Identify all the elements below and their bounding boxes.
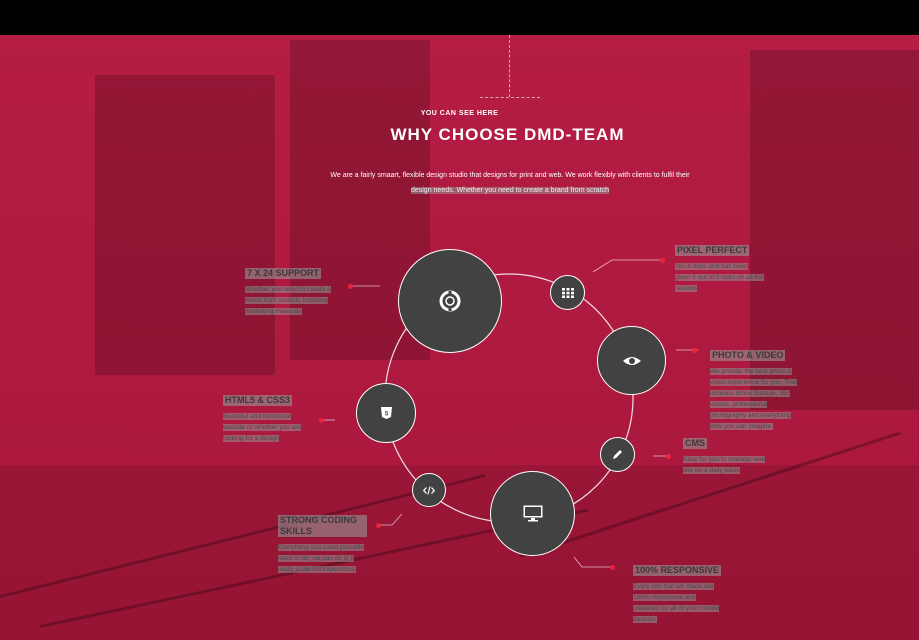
feature-support-desc: Whether you need to create a brand from … [245,284,350,317]
feature-responsive: 100% RESPONSIVE Every site that we made … [633,560,743,625]
feature-cms-line: Easy for you to manage web [683,456,766,463]
feature-support-line: brand from scratch, including [245,297,329,304]
feature-photo: PHOTO & VIDEO We provide the best photo … [710,345,820,432]
monitor-icon [523,505,542,522]
connector-dot [666,454,671,459]
feature-pixel-desc: Yes it does and has been given 5 out of … [675,261,785,294]
html5-icon: 5 [380,407,392,419]
responsive-node[interactable] [490,471,575,556]
lifebuoy-icon [439,290,461,312]
feature-coding: STRONG CODING SKILLS Everything you coul… [278,515,383,575]
feature-responsive-line: Every site that we made are [633,583,714,590]
connector-dot [660,258,665,263]
feature-photo-line: videos, professional [710,401,768,408]
feature-html-desc: Beautiful and functional website or whet… [223,411,323,444]
feature-cms-line: site on a daily basis [683,467,740,474]
cms-node[interactable] [600,437,635,472]
connector-dot [692,348,697,353]
feature-support-title: 7 X 24 SUPPORT [245,268,322,279]
feature-support-line: Whether you need to create a [245,286,331,293]
feature-photo-line: video experience for you. That [710,379,798,386]
grid-node[interactable] [550,275,585,310]
feature-photo-desc: We provide the best photo & video experi… [710,366,820,432]
feature-photo-line: includes drone footage, 360 [710,390,791,397]
connector-dot [610,565,615,570]
feature-photo-line: photography and everything [710,412,791,419]
feature-html: HTML5 & CSS3 Beautiful and functional we… [223,390,323,444]
feature-cms-desc: Easy for you to manage web site on a dai… [683,454,793,476]
code-icon [423,485,435,495]
feature-coding-title: STRONG CODING SKILLS [278,515,367,537]
feature-pixel-title: PIXEL PERFECT [675,245,750,256]
feature-coding-desc: Everything you could possible need to do… [278,542,383,575]
eye-icon [622,356,641,365]
feature-responsive-line: prepared for all of your mobile [633,605,720,612]
feature-pixel: PIXEL PERFECT Yes it does and has been g… [675,240,785,294]
feature-photo-line: We provide the best photo & [710,368,792,375]
feature-pixel-line: reviews [675,285,698,292]
feature-coding-line: need to do, we can do it! It [278,555,355,562]
feature-coding-line: Everything you could possible [278,544,364,551]
feature-html-line: Beautiful and functional [223,413,291,420]
feature-cms: CMS Easy for you to manage web site on a… [683,433,793,476]
feature-html-line: looking for a design [223,435,280,442]
feature-support: 7 X 24 SUPPORT Whether you need to creat… [245,263,350,317]
feature-support-line: marketing materials [245,308,302,315]
support-node[interactable] [398,249,502,353]
grid-icon [561,287,574,298]
feature-responsive-title: 100% RESPONSIVE [633,565,722,576]
photo-node[interactable] [597,326,666,395]
feature-responsive-desc: Every site that we made are 100% respons… [633,581,743,625]
feature-html-line: website or whether you are [223,424,302,431]
feature-photo-line: else you can imagine. [710,423,773,430]
feature-html-title: HTML5 & CSS3 [223,395,293,406]
code-node[interactable] [412,473,446,507]
feature-pixel-line: Yes it does and has been [675,263,748,270]
feature-pixel-line: given 5 out of 5 stars on all the [675,274,764,281]
feature-cms-title: CMS [683,438,707,449]
feature-photo-title: PHOTO & VIDEO [710,350,786,361]
pencil-icon [613,450,622,459]
feature-responsive-line: devices. [633,616,657,623]
html5-node[interactable]: 5 [356,383,416,443]
feature-responsive-line: 100% responsive and [633,594,696,601]
feature-coding-line: really is the full experience. [278,566,357,573]
